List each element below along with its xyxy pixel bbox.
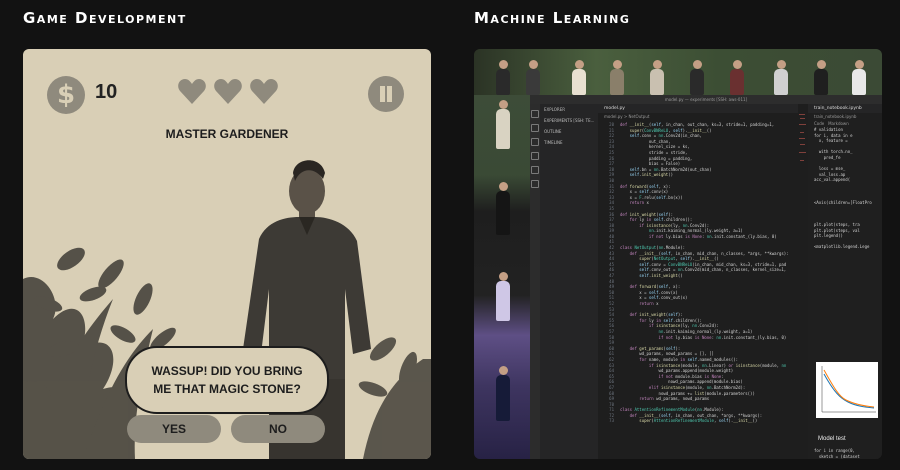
- game-card: $ 10 MASTER GARDENER WASSUP! DID YOU BRI…: [23, 49, 431, 459]
- yes-button[interactable]: YES: [127, 415, 221, 443]
- debug-icon[interactable]: [531, 152, 539, 160]
- notebook-code-line: for i in range(0,: [814, 448, 855, 453]
- speech-line-1: WASSUP! DID YOU BRING: [151, 364, 303, 378]
- add-markdown-button[interactable]: Markdown: [828, 121, 849, 126]
- notebook-code: # validation for i, data in e x, feature …: [808, 127, 882, 250]
- speech-line-2: ME THAT MAGIC STONE?: [153, 382, 301, 396]
- dataset-image-column: [474, 95, 530, 459]
- minimap[interactable]: [798, 104, 808, 459]
- ml-panel: model.py — experiments [SSH: aws-011] EX…: [474, 49, 882, 459]
- speech-bubble: WASSUP! DID YOU BRING ME THAT MAGIC STON…: [125, 346, 329, 414]
- remote-icon[interactable]: [531, 180, 539, 188]
- window-title: model.py — experiments [SSH: aws-011]: [530, 95, 882, 104]
- notebook-tab-2[interactable]: train_notebook.ipynb: [808, 113, 882, 120]
- pause-button[interactable]: [368, 76, 404, 112]
- model-test-heading: Model test: [818, 436, 846, 442]
- level-title: MASTER GARDENER: [165, 127, 289, 141]
- vscode-window: model.py — experiments [SSH: aws-011] EX…: [530, 95, 882, 459]
- tab-model-py[interactable]: model.py: [598, 104, 798, 113]
- search-icon[interactable]: [531, 124, 539, 132]
- dataset-image-strip: [474, 49, 882, 95]
- code-line: 40 if not ly.bias is None: nn.init.const…: [609, 233, 777, 239]
- coin-count: 10: [95, 81, 118, 103]
- explorer-item[interactable]: OUTLINE: [540, 126, 598, 137]
- notebook-pane: train_notebook.ipynb train_notebook.ipyn…: [808, 104, 882, 459]
- notebook-tab[interactable]: train_notebook.ipynb: [808, 104, 882, 113]
- notebook-code-line: <Axis(children=[FloatPro: [814, 199, 872, 205]
- breadcrumb: model.py > NetOutput: [604, 114, 650, 119]
- explorer-header: EXPLORER: [544, 107, 565, 112]
- code-editor[interactable]: model.py model.py > NetOutput 20 def __in…: [598, 104, 798, 459]
- notebook-toolbar: Code Markdown: [808, 120, 882, 127]
- heart-icon: [214, 79, 242, 104]
- files-icon[interactable]: [531, 110, 539, 118]
- source-control-icon[interactable]: [531, 138, 539, 146]
- ml-heading: Machine Learning: [474, 9, 631, 27]
- activity-bar[interactable]: [530, 104, 540, 459]
- coin-icon: $: [47, 76, 85, 114]
- explorer-item[interactable]: TIMELINE: [540, 137, 598, 148]
- notebook-code-2: for i in range(0, sketch = (dataset with…: [808, 448, 860, 459]
- extensions-icon[interactable]: [531, 166, 539, 174]
- game-dev-heading: Game Development: [23, 9, 187, 27]
- explorer-item[interactable]: EXPERIMENTS [SSH: TE...: [540, 115, 598, 126]
- no-button[interactable]: NO: [231, 415, 325, 443]
- code-lines: 20 def __init__(self, in_chan, out_chan, …: [598, 122, 798, 459]
- add-code-button[interactable]: Code: [814, 121, 824, 126]
- loss-plot: [816, 362, 878, 418]
- code-line: 73 super(AttentionRefinementModule, self…: [609, 418, 758, 424]
- notebook-code-line: <matplotlib.legend.Lege: [814, 244, 870, 250]
- lives-hearts: [177, 77, 279, 107]
- heart-icon: [250, 79, 278, 104]
- notebook-code-line: sketch = (dataset: [814, 453, 860, 459]
- explorer-sidebar: EXPLORER EXPERIMENTS [SSH: TE... OUTLINE…: [540, 104, 598, 459]
- heart-icon: [178, 79, 206, 104]
- code-line: 58 if not ly.bias is None: nn.init.const…: [609, 334, 787, 340]
